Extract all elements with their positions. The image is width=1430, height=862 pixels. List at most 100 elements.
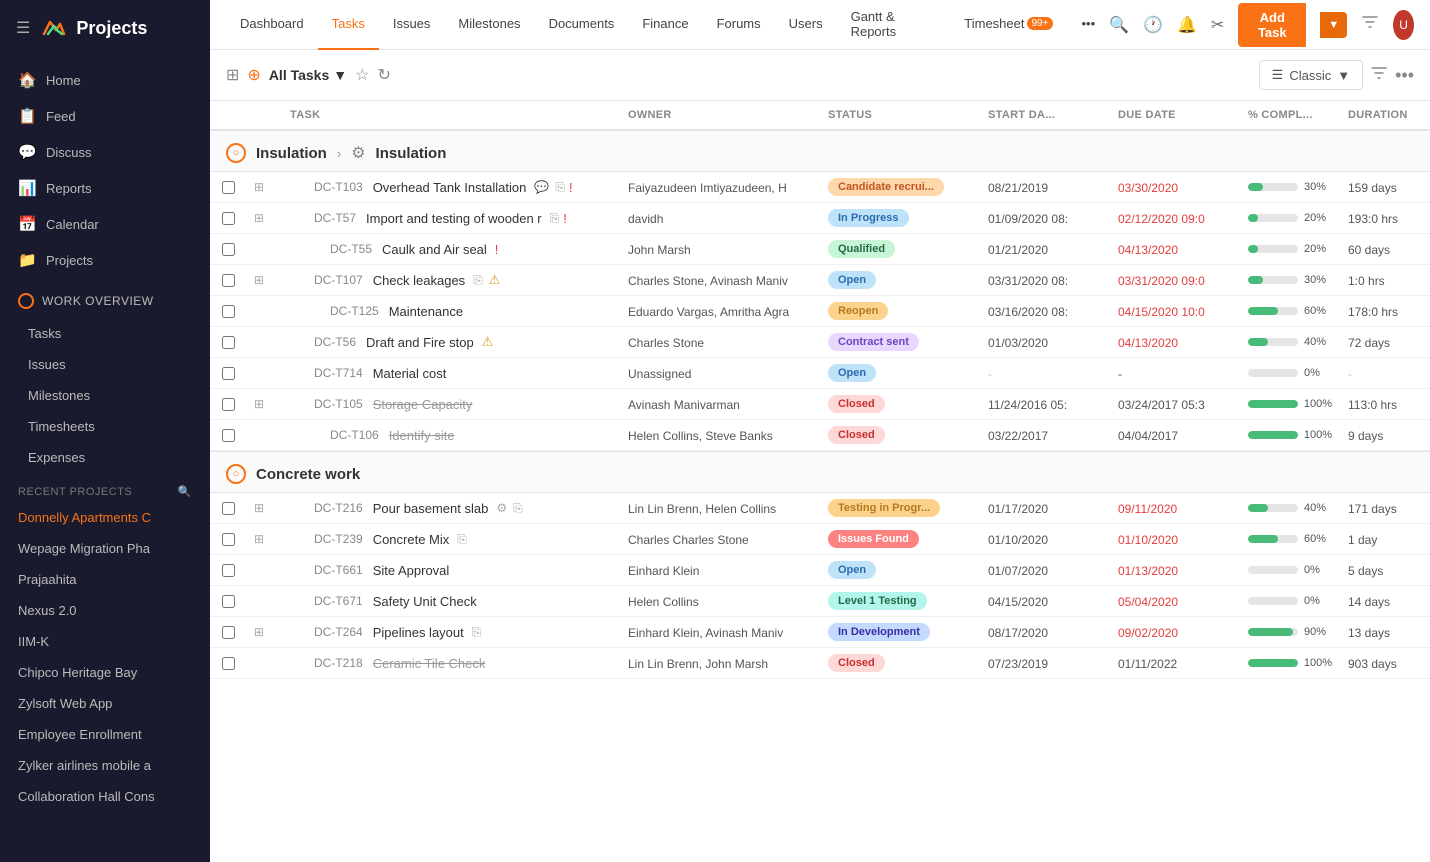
recent-project-zylker[interactable]: Zylker airlines mobile a [0, 750, 210, 781]
row-expand[interactable]: ⊞ [246, 211, 282, 225]
toolbar: ⊞ ⊕ All Tasks ▼ ☆ ↻ ☰ Classic ▼ ••• [210, 50, 1430, 101]
nav-gantt[interactable]: Gantt & Reports [837, 0, 951, 50]
section-circle-icon[interactable]: ○ [226, 143, 246, 163]
sidebar-work-expenses[interactable]: Expenses [0, 442, 210, 473]
copy-icon[interactable]: ⎘ [473, 273, 483, 288]
nav-finance[interactable]: Finance [628, 0, 702, 50]
row-checkbox[interactable] [210, 336, 246, 349]
row-expand[interactable]: ⊞ [246, 532, 282, 546]
timesheet-badge: 99+ [1027, 17, 1054, 30]
row-checkbox[interactable] [210, 212, 246, 225]
row-expand[interactable]: ⊞ [246, 273, 282, 287]
duration-cell: 5 days [1340, 563, 1430, 578]
filter-icon[interactable] [1361, 13, 1379, 36]
copy-to-icon[interactable]: ⊞ [226, 65, 239, 85]
status-cell: Candidate recrui... [820, 178, 980, 196]
sidebar: ☰ Projects 🏠 Home 📋 Feed 💬 Discuss 📊 Rep… [0, 0, 210, 862]
nav-milestones[interactable]: Milestones [444, 0, 534, 50]
add-task-button[interactable]: Add Task [1238, 3, 1306, 47]
recent-project-employee[interactable]: Employee Enrollment [0, 719, 210, 750]
copy-icon[interactable]: ⎘ [513, 501, 523, 516]
row-checkbox[interactable] [210, 243, 246, 256]
all-tasks-dropdown[interactable]: All Tasks ▼ [269, 67, 347, 83]
table-row: ⊞ DC-T264 Pipelines layout ⎘ Einhard Kle… [210, 617, 1430, 648]
sidebar-item-reports[interactable]: 📊 Reports [0, 170, 210, 206]
task-name-cell: DC-T125 Maintenance [282, 304, 620, 319]
row-checkbox[interactable] [210, 626, 246, 639]
classic-view-button[interactable]: ☰ Classic ▼ [1259, 60, 1363, 90]
row-checkbox[interactable] [210, 181, 246, 194]
due-date-cell: 04/04/2017 [1110, 428, 1240, 443]
clock-icon[interactable]: 🕐 [1143, 15, 1163, 35]
add-task-arrow-button[interactable]: ▼ [1320, 12, 1347, 38]
star-icon[interactable]: ☆ [355, 65, 369, 85]
chat-icon[interactable]: 💬 [534, 180, 549, 194]
recent-project-wepage[interactable]: Wepage Migration Pha [0, 533, 210, 564]
nav-tasks[interactable]: Tasks [318, 0, 379, 50]
row-checkbox[interactable] [210, 367, 246, 380]
task-name-cell: DC-T57 Import and testing of wooden r ⎘ … [282, 211, 620, 226]
copy-icon[interactable]: ⎘ [555, 180, 565, 195]
gear-icon-sm[interactable]: ⚙ [496, 501, 507, 515]
nav-documents[interactable]: Documents [535, 0, 629, 50]
row-checkbox[interactable] [210, 502, 246, 515]
bell-icon[interactable]: 🔔 [1177, 15, 1197, 35]
recent-project-iimk[interactable]: IIM-K [0, 626, 210, 657]
search-icon[interactable]: 🔍 [1109, 15, 1129, 35]
refresh-icon[interactable]: ↻ [377, 65, 390, 85]
row-checkbox[interactable] [210, 274, 246, 287]
row-checkbox[interactable] [210, 533, 246, 546]
row-checkbox[interactable] [210, 564, 246, 577]
sidebar-item-feed[interactable]: 📋 Feed [0, 98, 210, 134]
more-options-icon[interactable]: ••• [1395, 65, 1414, 86]
sidebar-work-issues[interactable]: Issues [0, 349, 210, 380]
row-checkbox[interactable] [210, 657, 246, 670]
calendar-icon: 📅 [18, 215, 36, 233]
sidebar-item-home[interactable]: 🏠 Home [0, 62, 210, 98]
duration-cell: 1 day [1340, 532, 1430, 547]
table-filter-icon[interactable] [1371, 65, 1387, 86]
table-row: ⊞ DC-T107 Check leakages ⎘ ⚠ Charles Sto… [210, 265, 1430, 296]
recent-search-icon[interactable]: 🔍 [178, 485, 192, 498]
recent-project-nexus[interactable]: Nexus 2.0 [0, 595, 210, 626]
recent-project-chipco[interactable]: Chipco Heritage Bay [0, 657, 210, 688]
due-date-cell: - [1110, 366, 1240, 381]
row-expand[interactable]: ⊞ [246, 501, 282, 515]
copy-icon[interactable]: ⎘ [457, 532, 467, 547]
duration-cell: 193:0 hrs [1340, 211, 1430, 226]
row-checkbox[interactable] [210, 398, 246, 411]
row-checkbox[interactable] [210, 429, 246, 442]
sidebar-work-timesheets[interactable]: Timesheets [0, 411, 210, 442]
row-checkbox[interactable] [210, 305, 246, 318]
sidebar-item-projects[interactable]: 📁 Projects [0, 242, 210, 278]
section-circle-icon-2[interactable]: ○ [226, 464, 246, 484]
copy-icon[interactable]: ⎘ [472, 625, 482, 640]
nav-forums[interactable]: Forums [703, 0, 775, 50]
sidebar-item-discuss[interactable]: 💬 Discuss [0, 134, 210, 170]
sidebar-work-milestones[interactable]: Milestones [0, 380, 210, 411]
recent-project-collab[interactable]: Collaboration Hall Cons [0, 781, 210, 812]
expand-icon[interactable]: ⊕ [247, 65, 260, 85]
start-date-cell: - [980, 366, 1110, 381]
recent-project-prajaahita[interactable]: Prajaahita [0, 564, 210, 595]
recent-project-zylsoft[interactable]: Zylsoft Web App [0, 688, 210, 719]
row-expand[interactable]: ⊞ [246, 397, 282, 411]
due-date-cell: 03/31/2020 09:0 [1110, 273, 1240, 288]
hamburger-icon[interactable]: ☰ [16, 18, 30, 38]
recent-project-donnelly[interactable]: Donnelly Apartments C [0, 502, 210, 533]
nav-timesheet[interactable]: Timesheet 99+ [950, 0, 1067, 50]
copy-icon[interactable]: ⎘ [550, 211, 560, 226]
nav-issues[interactable]: Issues [379, 0, 445, 50]
nav-more[interactable]: ••• [1067, 0, 1109, 50]
sidebar-item-calendar[interactable]: 📅 Calendar [0, 206, 210, 242]
settings-icon[interactable]: ✂ [1211, 15, 1224, 35]
row-expand[interactable]: ⊞ [246, 625, 282, 639]
user-avatar[interactable]: U [1393, 10, 1414, 40]
nav-dashboard[interactable]: Dashboard [226, 0, 318, 50]
nav-users[interactable]: Users [775, 0, 837, 50]
row-expand[interactable]: ⊞ [246, 180, 282, 194]
row-checkbox[interactable] [210, 595, 246, 608]
sidebar-work-tasks[interactable]: Tasks [0, 318, 210, 349]
due-date-cell: 03/24/2017 05:3 [1110, 397, 1240, 412]
duration-cell: 113:0 hrs [1340, 397, 1430, 412]
